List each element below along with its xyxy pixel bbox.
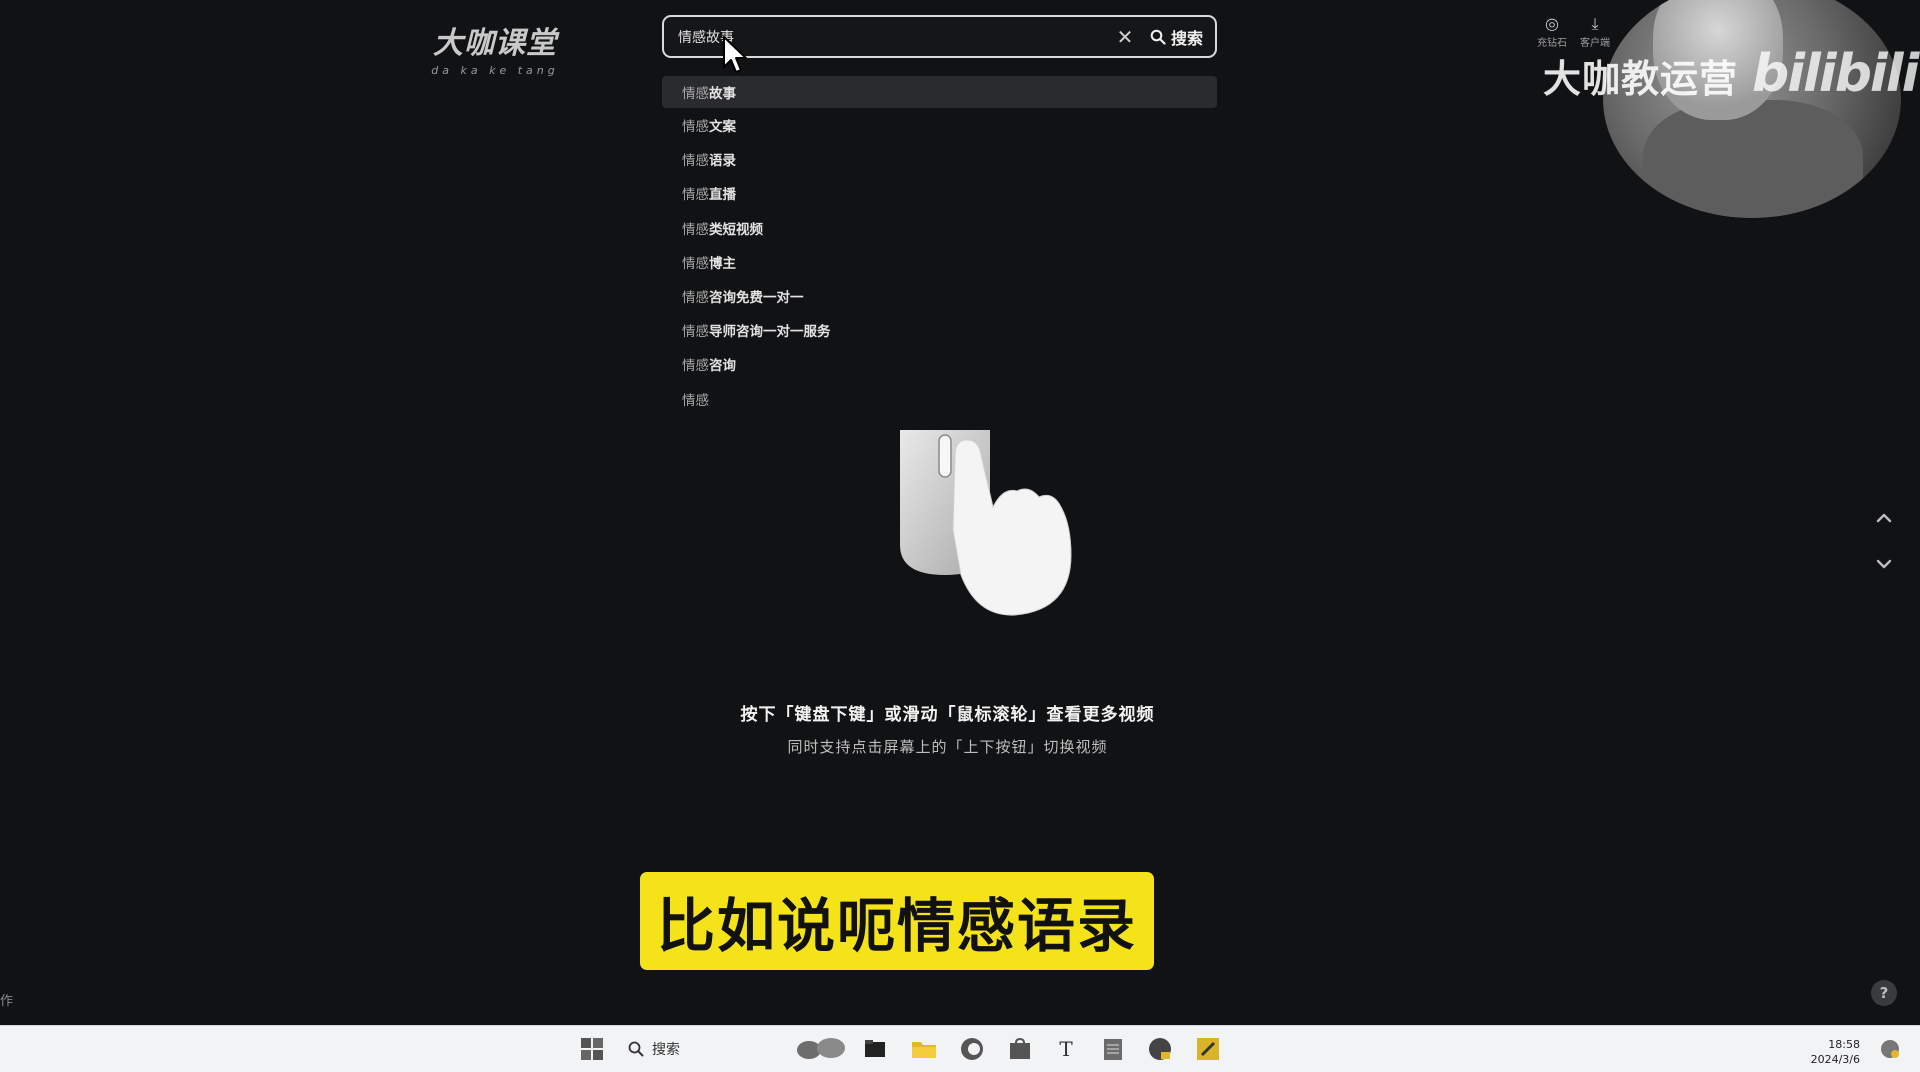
taskbar-widget[interactable]: [795, 1034, 849, 1064]
suggestion-item[interactable]: 情感 故事: [662, 76, 1217, 108]
suggestion-item[interactable]: 情感 博主: [662, 245, 1217, 279]
mouse-scroll-illustration: [900, 430, 1072, 616]
webcam-overlay: [1603, 0, 1901, 218]
browser-icon: [961, 1038, 983, 1060]
suggestion-rest: 博主: [709, 255, 736, 272]
suggestion-item[interactable]: 情感 咨询: [662, 347, 1217, 381]
diamond-icon: ◎: [1545, 14, 1559, 33]
taskbar-app-notepad[interactable]: [1100, 1034, 1126, 1064]
client-download-button[interactable]: ⤓ 客户端: [1575, 14, 1615, 49]
channel-watermark: 大咖教运营: [1543, 57, 1739, 101]
suggestion-prefix: 情感: [682, 86, 709, 102]
clock-time: 18:58: [1828, 1038, 1860, 1051]
suggestion-prefix: 情感: [682, 119, 709, 136]
suggestion-prefix: 情感: [682, 324, 709, 341]
suggestion-prefix: 情感: [682, 153, 709, 170]
search-icon: [1150, 29, 1166, 45]
suggestion-prefix: 情感: [682, 358, 709, 375]
left-edge-text: 作: [0, 994, 14, 1009]
webcam-person-body: [1643, 100, 1863, 218]
suggestion-item[interactable]: 情感 语录: [662, 142, 1217, 176]
suggestion-rest: 故事: [709, 86, 736, 102]
close-icon: ✕: [1116, 24, 1134, 49]
widget-icon: [797, 1038, 845, 1059]
suggestion-rest: 语录: [709, 153, 736, 170]
taskbar-app-text[interactable]: T: [1054, 1034, 1078, 1064]
suggestion-prefix: 情感: [682, 255, 709, 272]
help-icon: ?: [1879, 984, 1889, 1002]
suggestion-prefix: 情感: [682, 290, 709, 307]
text-app-icon: T: [1059, 1037, 1073, 1061]
start-button[interactable]: [578, 1034, 606, 1064]
taskbar-app-file-explorer[interactable]: [910, 1034, 938, 1064]
clock-date: 2024/3/6: [1810, 1053, 1860, 1066]
logo-text: 大咖课堂: [433, 26, 557, 61]
taskbar-app-terminal[interactable]: [862, 1034, 888, 1064]
suggestion-rest: 咨询免费一对一: [709, 290, 804, 307]
scroll-hint-secondary: 同时支持点击屏幕上的「上下按钮」切换视频: [787, 738, 1108, 756]
logo[interactable]: 大咖课堂 da ka ke tang: [420, 18, 570, 77]
notepad-icon: [1104, 1039, 1122, 1060]
paint-icon: [1197, 1038, 1219, 1060]
notification-icon: [1881, 1040, 1899, 1058]
recharge-button[interactable]: ◎ 充钻石: [1532, 14, 1572, 49]
video-subtitle: 比如说呃情感语录: [640, 872, 1154, 970]
logo-subtext: da ka ke tang: [431, 64, 559, 77]
suggestion-prefix: 情感: [682, 221, 709, 238]
suggestion-item[interactable]: 情感 文案: [662, 108, 1217, 142]
bilibili-logo: bilibili: [1752, 44, 1919, 104]
taskbar-app-paint[interactable]: [1194, 1034, 1222, 1064]
suggestion-item[interactable]: 情感: [662, 382, 1217, 416]
suggestion-item[interactable]: 情感 直播: [662, 176, 1217, 210]
screen: 大咖课堂 da ka ke tang ✕ 搜索 情感故事 情感文案 情感语录: [0, 0, 1920, 1072]
search-button[interactable]: 搜索: [1150, 25, 1203, 49]
store-icon: [1010, 1037, 1030, 1059]
clear-search-button[interactable]: ✕: [1110, 22, 1140, 52]
windows-icon: [581, 1038, 603, 1060]
suggestion-prefix: 情感: [682, 392, 709, 409]
search-button-label: 搜索: [1170, 28, 1203, 48]
suggestion-item[interactable]: 情感 导师咨询一对一服务: [662, 313, 1217, 347]
mouse-cursor-icon: [723, 36, 747, 73]
taskbar-search-label: 搜索: [652, 1042, 680, 1058]
media-app-icon: [1149, 1038, 1171, 1060]
suggestion-rest: 直播: [709, 187, 736, 204]
suggestion-item[interactable]: 情感 类短视频: [662, 211, 1217, 245]
previous-video-button[interactable]: [1872, 506, 1896, 530]
next-video-button[interactable]: [1872, 552, 1896, 576]
scroll-hint-primary: 按下「键盘下键」或滑动「鼠标滚轮」查看更多视频: [740, 705, 1155, 725]
taskbar-clock[interactable]: 18:58 2024/3/6: [1800, 1037, 1860, 1067]
taskbar: 搜索 T 18:58 2024/3/6: [0, 1025, 1920, 1072]
download-icon: ⤓: [1591, 14, 1599, 33]
search-icon: [628, 1041, 644, 1057]
suggestion-prefix: 情感: [682, 187, 709, 204]
suggestion-rest: 类短视频: [709, 221, 763, 238]
suggestion-rest: 导师咨询一对一服务: [709, 324, 831, 341]
notification-button[interactable]: [1876, 1034, 1904, 1064]
taskbar-app-browser[interactable]: [958, 1034, 986, 1064]
taskbar-app-media[interactable]: [1146, 1034, 1174, 1064]
folder-icon: [912, 1042, 936, 1058]
taskbar-search[interactable]: 搜索: [628, 1034, 738, 1064]
search-suggestions: 情感 故事 情感 文案 情感 语录 情感 直播 情感 类短视频 情感 博主 情感 咨询免费一对…: [662, 76, 1217, 416]
terminal-icon: [865, 1040, 885, 1057]
suggestion-rest: 咨询: [709, 358, 736, 375]
suggestion-rest: 文案: [709, 119, 736, 136]
suggestion-item[interactable]: 情感 咨询免费一对一: [662, 279, 1217, 313]
taskbar-app-store[interactable]: [1006, 1034, 1034, 1064]
help-button[interactable]: ?: [1871, 980, 1897, 1006]
